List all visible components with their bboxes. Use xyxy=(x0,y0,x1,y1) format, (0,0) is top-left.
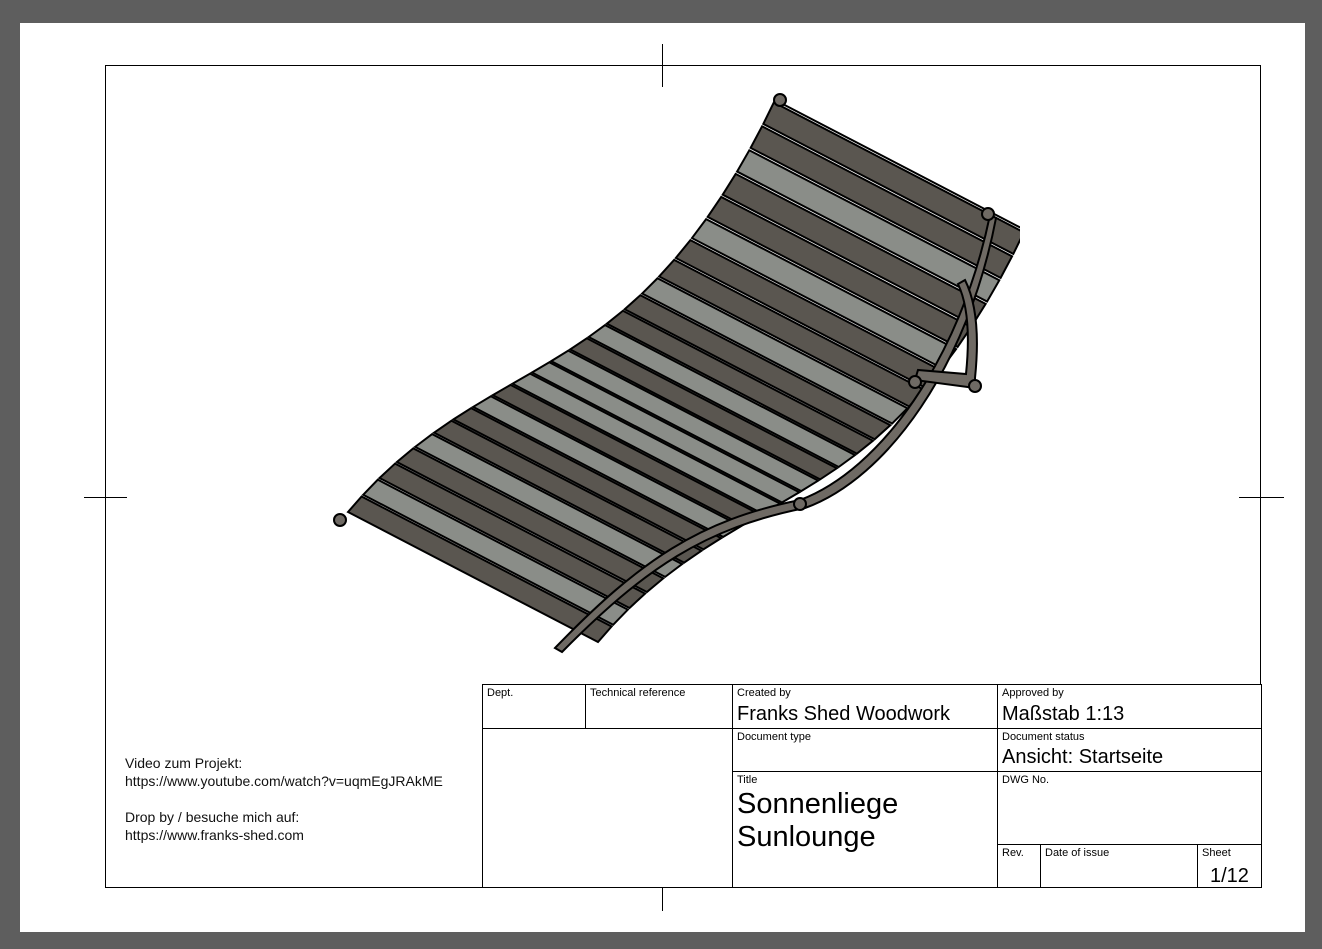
doc-status-cell: Document status Ansicht: Startseite xyxy=(997,728,1262,772)
doc-type-label: Document type xyxy=(737,731,811,743)
bolt-icon xyxy=(968,379,982,393)
center-mark-right xyxy=(1239,497,1284,498)
title-label: Title xyxy=(737,774,758,786)
bolt-icon xyxy=(908,375,922,389)
title-value: Sonnenliege Sunlounge xyxy=(737,788,898,854)
tech-ref-cell: Technical reference xyxy=(585,684,733,729)
title-block: Dept. Technical reference Created by Fra… xyxy=(482,684,1262,888)
date-of-issue-label: Date of issue xyxy=(1045,847,1110,859)
center-mark-left xyxy=(84,497,127,498)
doc-status-value: Ansicht: Startseite xyxy=(1002,746,1164,768)
project-notes: Video zum Projekt: https://www.youtube.c… xyxy=(125,754,443,844)
dept-cell: Dept. xyxy=(482,684,586,729)
created-by-label: Created by xyxy=(737,687,791,699)
blank-left-cell xyxy=(482,728,733,888)
rev-cell: Rev. xyxy=(997,844,1041,888)
video-label: Video zum Projekt: xyxy=(125,755,243,771)
doc-type-cell: Document type xyxy=(732,728,998,772)
created-by-value: Franks Shed Woodwork xyxy=(737,703,951,725)
bolt-icon xyxy=(773,93,787,107)
dept-label: Dept. xyxy=(487,687,514,699)
rev-label: Rev. xyxy=(1002,847,1024,859)
visit-url[interactable]: https://www.franks-shed.com xyxy=(125,826,443,844)
bolt-icon xyxy=(793,497,807,511)
tech-ref-label: Technical reference xyxy=(590,687,686,699)
approved-by-value: Maßstab 1:13 xyxy=(1002,703,1125,725)
doc-status-label: Document status xyxy=(1002,731,1085,743)
title-cell: Title Sonnenliege Sunlounge xyxy=(732,771,998,888)
created-by-cell: Created by Franks Shed Woodwork xyxy=(732,684,998,729)
video-url[interactable]: https://www.youtube.com/watch?v=uqmEgJRA… xyxy=(125,772,443,790)
date-of-issue-cell: Date of issue xyxy=(1040,844,1198,888)
sheet-label: Sheet xyxy=(1202,847,1231,859)
approved-by-label: Approved by xyxy=(1002,687,1064,699)
dwg-no-cell: DWG No. xyxy=(997,771,1262,845)
sheet-value: 1/12 xyxy=(1210,865,1249,887)
dwg-no-label: DWG No. xyxy=(1002,774,1050,786)
title-line-2: Sunlounge xyxy=(737,821,876,853)
title-line-1: Sonnenliege xyxy=(737,788,899,820)
approved-by-cell: Approved by Maßstab 1:13 xyxy=(997,684,1262,729)
sheet-cell: Sheet 1/12 xyxy=(1197,844,1262,888)
visit-label: Drop by / besuche mich auf: xyxy=(125,809,300,825)
sun-lounger-drawing xyxy=(333,93,1020,654)
bolt-icon xyxy=(333,513,347,527)
bolt-icon xyxy=(981,207,995,221)
